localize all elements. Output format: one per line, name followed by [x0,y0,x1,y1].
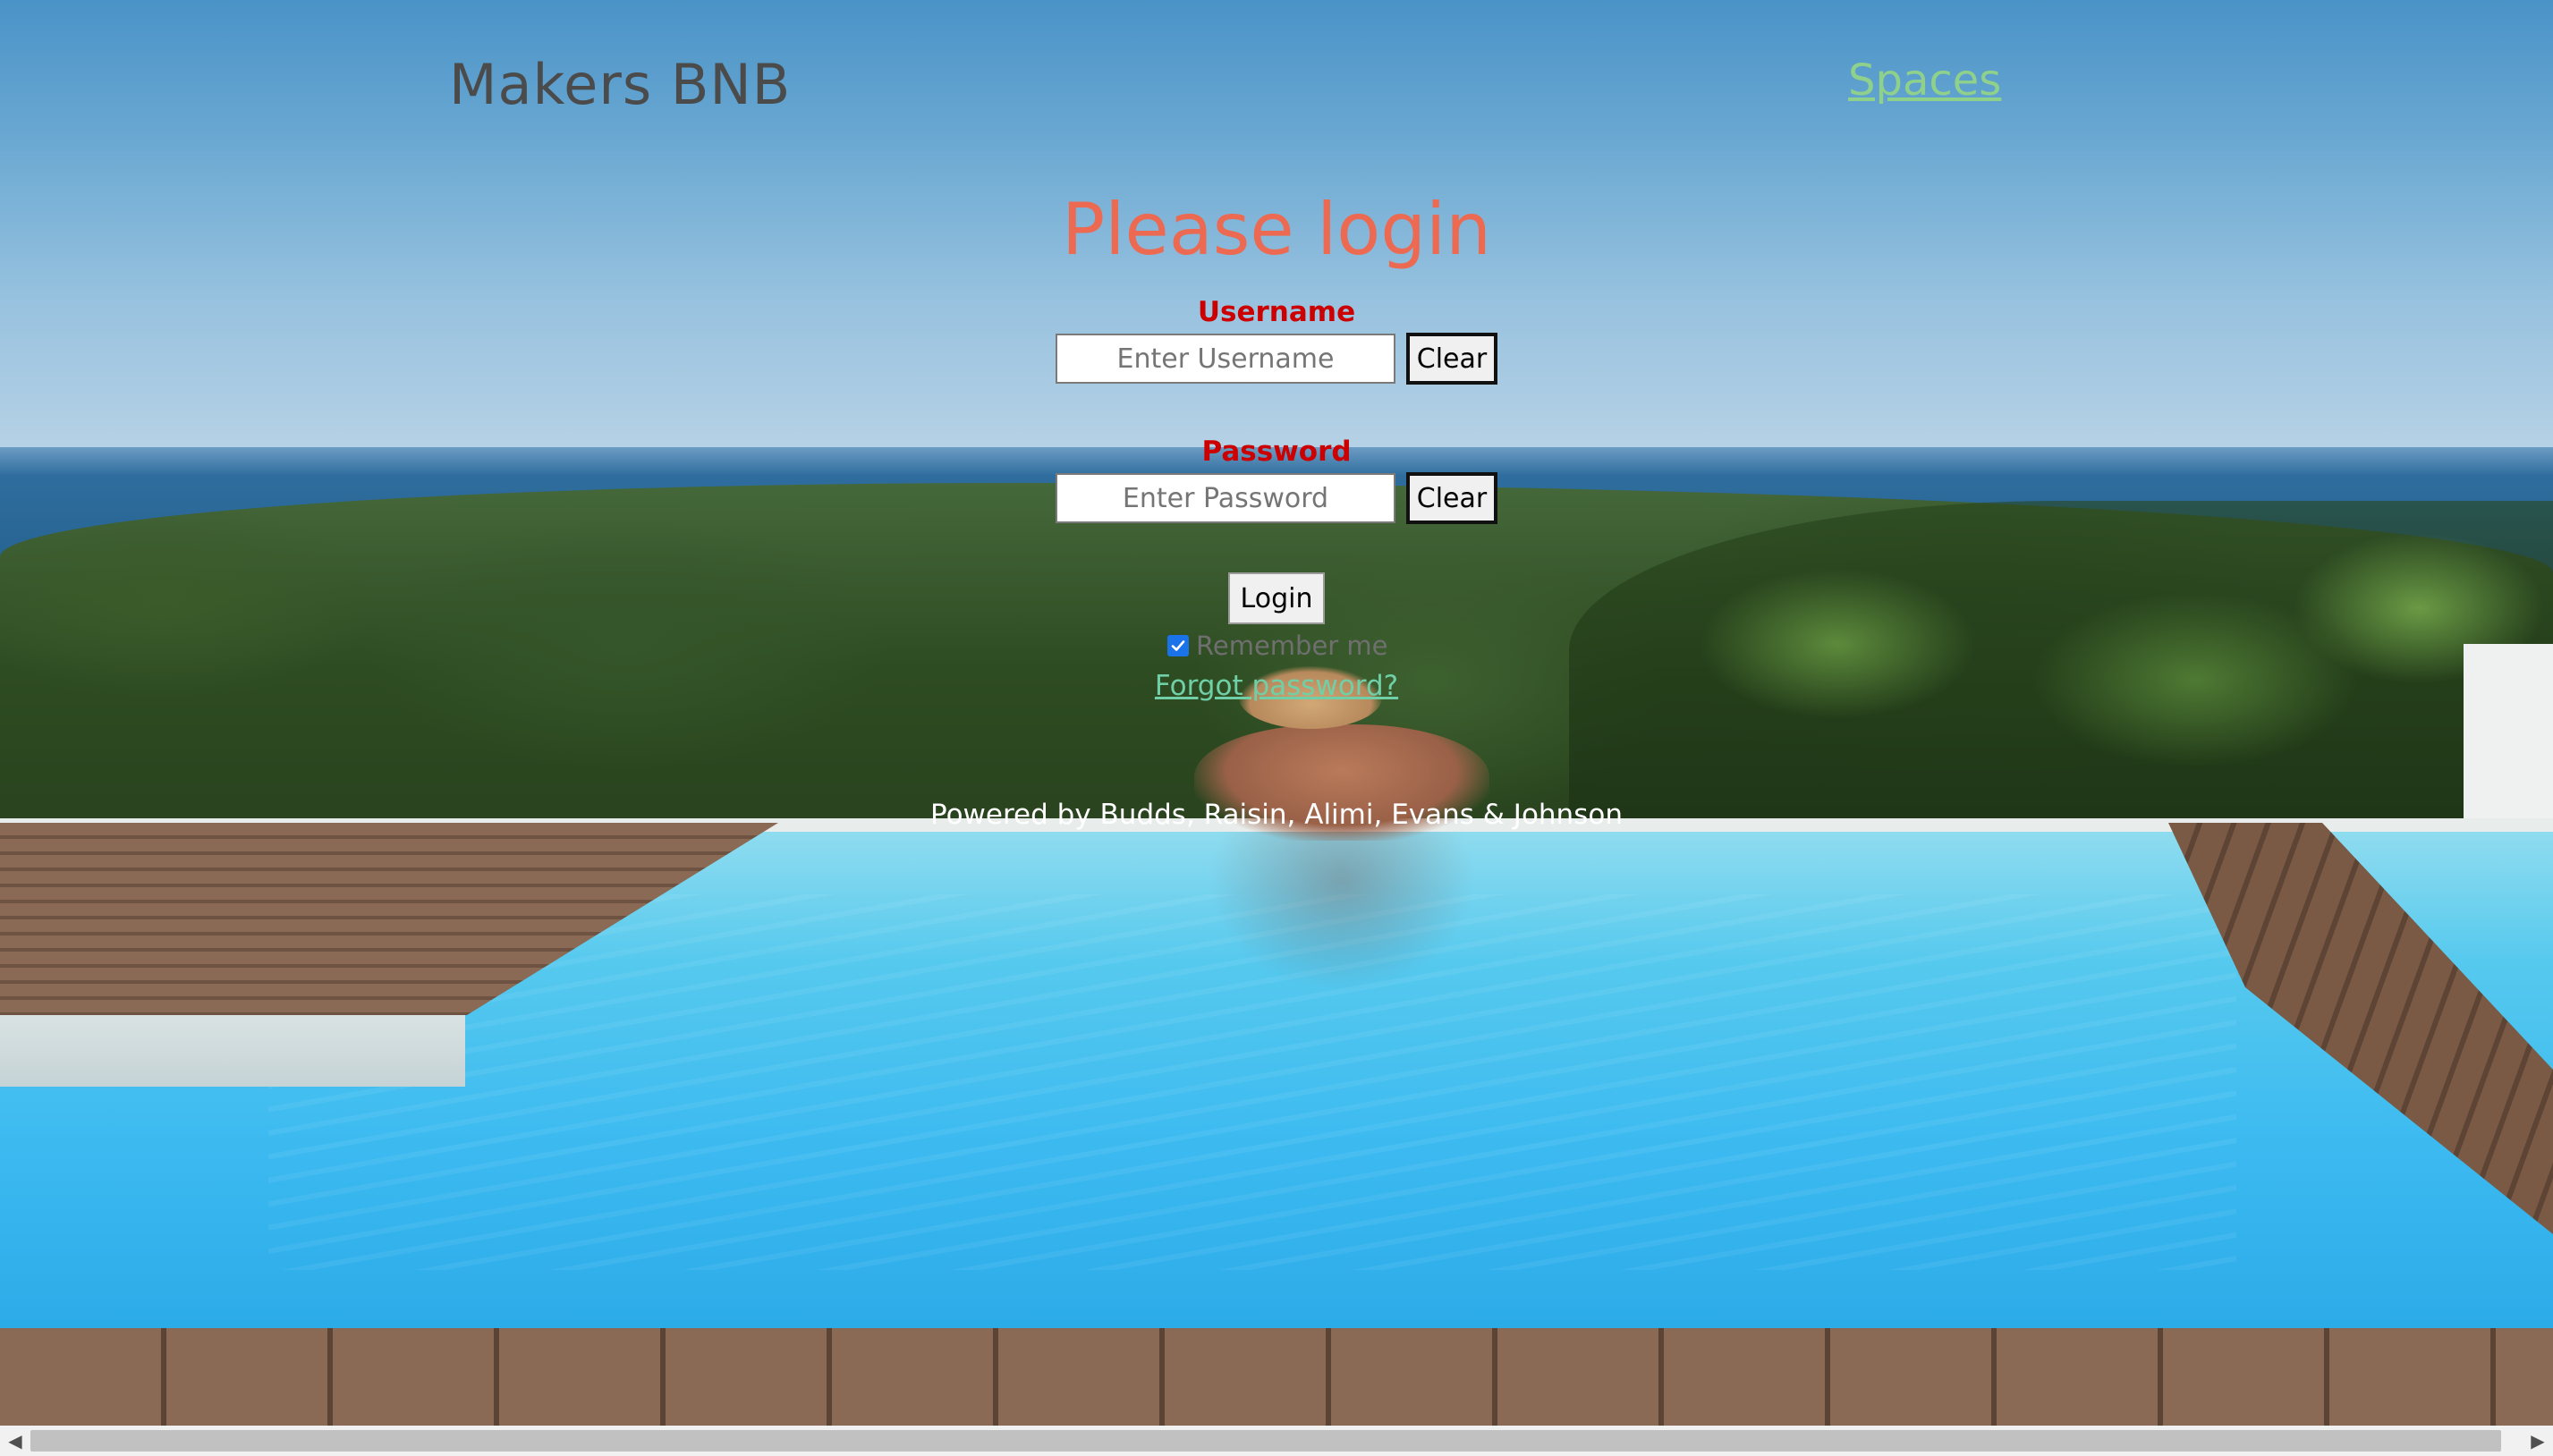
password-input[interactable] [1056,473,1395,523]
clear-password-button[interactable]: Clear [1406,472,1497,524]
horizontal-scrollbar[interactable]: ◀ ▶ [0,1426,2553,1456]
deck-left-face [0,1015,465,1087]
password-label: Password [1201,436,1352,468]
clear-username-button[interactable]: Clear [1406,333,1497,385]
swimmer-reflection [1208,832,1476,993]
forgot-password-link[interactable]: Forgot password? [1155,670,1398,702]
brand-title: Makers BNB [449,52,792,117]
username-label: Username [1197,296,1356,328]
footer-credits: Powered by Budds, Raisin, Alimi, Evans &… [930,799,1623,831]
forgot-password: Forgot password? [0,670,2553,702]
page: Makers BNB Spaces Please login Username … [0,0,2553,1456]
right-arrow-icon[interactable]: ▶ [2523,1426,2553,1456]
nav-link-spaces[interactable]: Spaces [1848,55,2001,106]
checkmark-icon [1171,640,1185,651]
remember-me: Remember me [1167,630,1388,662]
page-title: Please login [1062,188,1491,271]
username-input[interactable] [1056,334,1395,384]
scrollbar-thumb[interactable] [30,1430,2501,1452]
left-arrow-icon[interactable]: ◀ [0,1426,30,1456]
remember-me-label: Remember me [1196,631,1388,661]
remember-me-checkbox[interactable] [1167,635,1189,656]
login-button[interactable]: Login [1228,572,1325,624]
